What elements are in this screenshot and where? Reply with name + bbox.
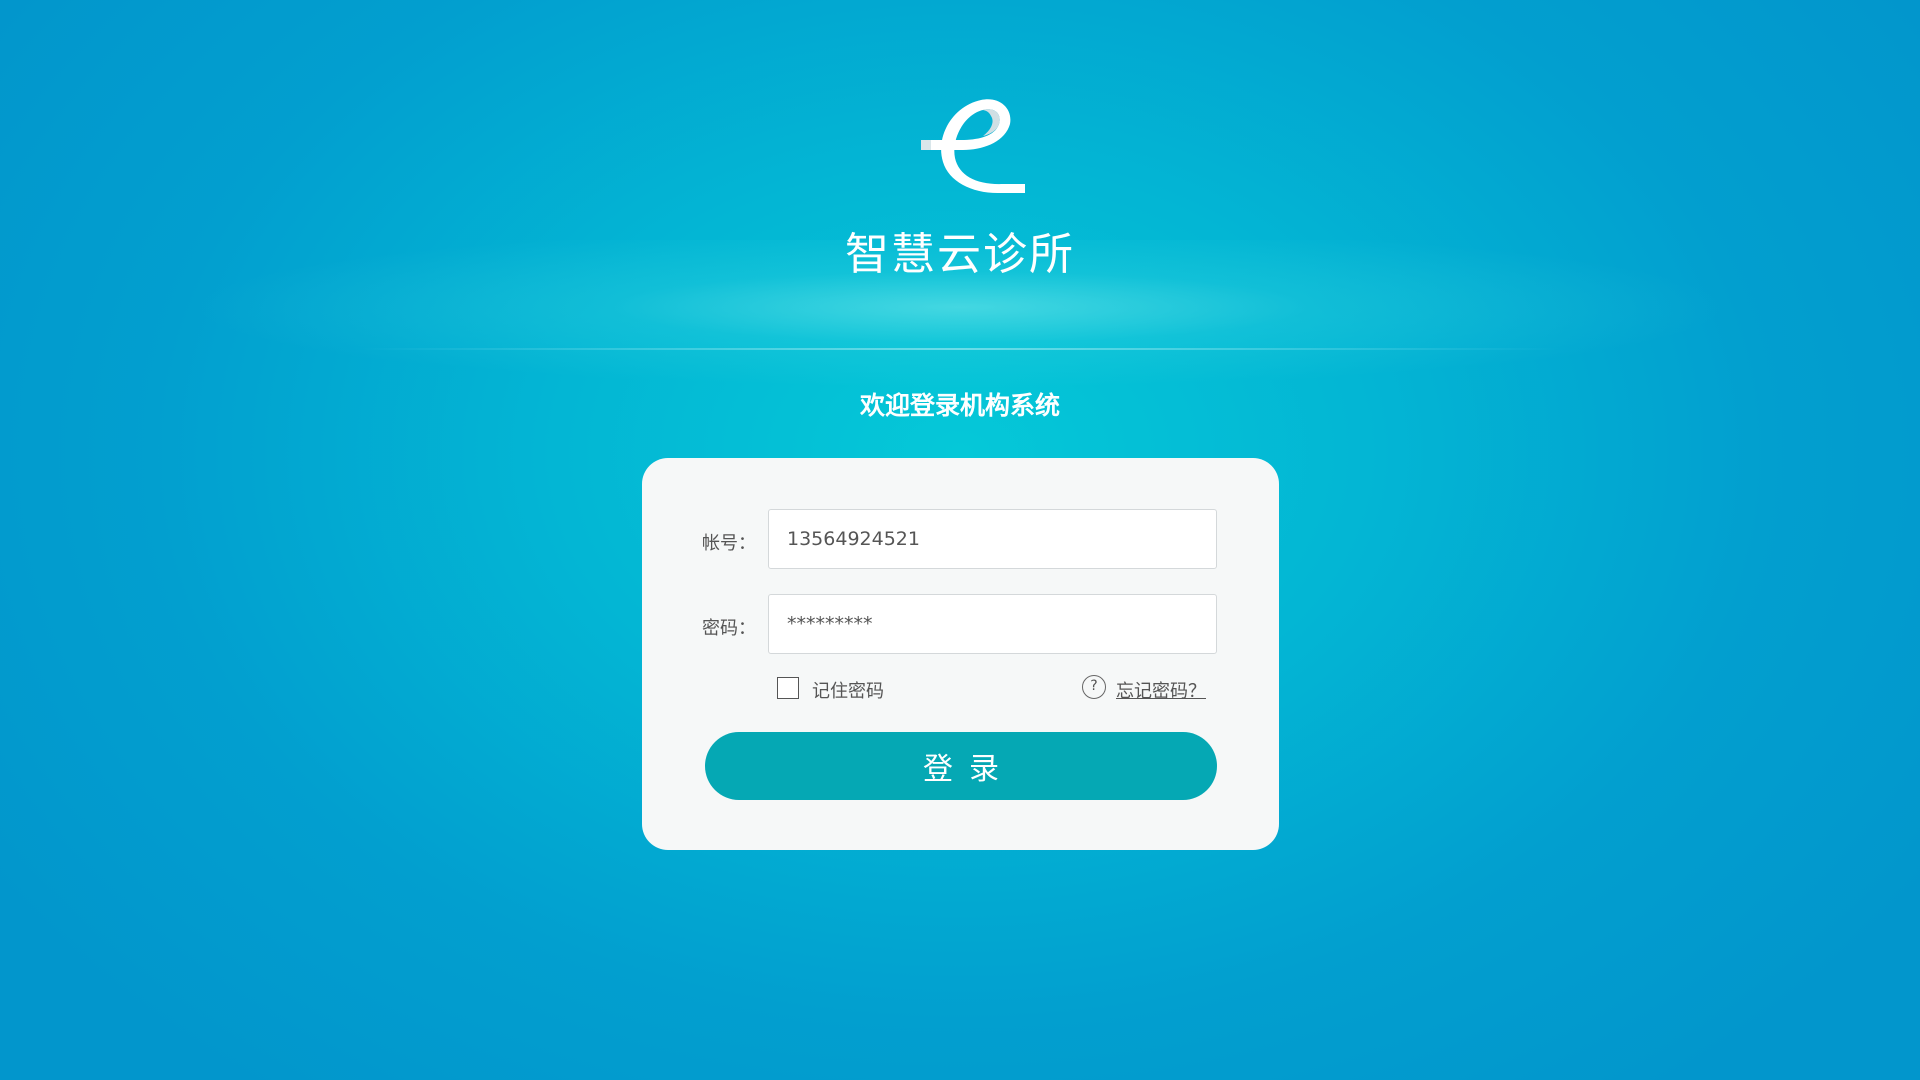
- forgot-password-link[interactable]: 忘记密码？: [1116, 677, 1206, 703]
- remember-password-checkbox[interactable]: [777, 677, 799, 699]
- password-input[interactable]: [768, 594, 1217, 654]
- login-card: 帐号： 密码： 记住密码 ? 忘记密码？ 登录: [642, 458, 1279, 850]
- login-button[interactable]: 登录: [705, 732, 1217, 800]
- question-circle-icon[interactable]: ?: [1082, 675, 1106, 699]
- account-input[interactable]: [768, 509, 1217, 569]
- horizon-divider: [360, 348, 1560, 350]
- brand-name: 智慧云诊所: [845, 229, 1075, 280]
- welcome-heading: 欢迎登录机构系统: [859, 391, 1060, 420]
- e-ribbon-logo-icon: [921, 99, 1025, 194]
- remember-password-label[interactable]: 记住密码: [812, 677, 884, 703]
